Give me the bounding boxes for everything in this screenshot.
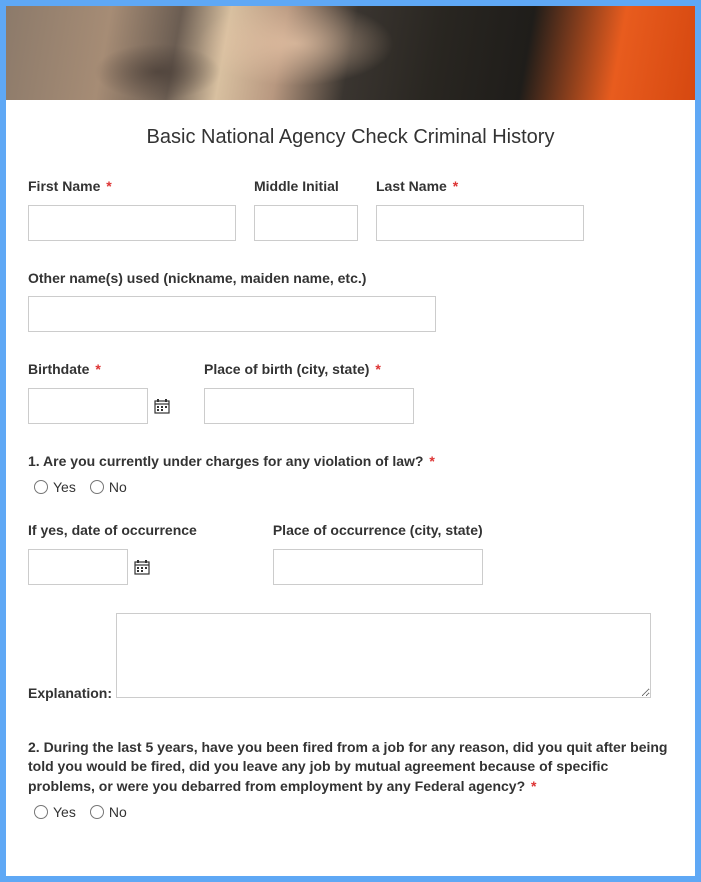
field-place-occurrence: Place of occurrence (city, state) (273, 521, 483, 585)
form-page: Basic National Agency Check Criminal His… (6, 6, 695, 876)
q1-no-option[interactable]: No (90, 479, 127, 495)
explanation-textarea[interactable] (116, 613, 651, 698)
q2-yes-option[interactable]: Yes (34, 804, 76, 820)
q1-yes-radio[interactable] (34, 480, 48, 494)
field-birthdate: Birthdate * (28, 360, 170, 424)
label-last-name: Last Name * (376, 177, 584, 197)
birthdate-input[interactable] (28, 388, 148, 424)
label-place-occurrence: Place of occurrence (city, state) (273, 521, 483, 541)
other-names-row: Other name(s) used (nickname, maiden nam… (28, 269, 673, 333)
q1-block: 1. Are you currently under charges for a… (28, 452, 673, 496)
field-other-names: Other name(s) used (nickname, maiden nam… (28, 269, 436, 333)
birthdate-wrap (28, 388, 170, 424)
label-birthdate: Birthdate * (28, 360, 170, 380)
label-middle-initial: Middle Initial (254, 177, 358, 197)
explanation-block: Explanation: (28, 613, 673, 704)
field-first-name: First Name * (28, 177, 236, 241)
field-date-occurrence: If yes, date of occurrence (28, 521, 197, 585)
middle-initial-input[interactable] (254, 205, 358, 241)
q2-yes-label: Yes (53, 804, 76, 820)
calendar-icon[interactable] (154, 398, 170, 414)
form-content: Basic National Agency Check Criminal His… (6, 100, 695, 876)
q1-yes-option[interactable]: Yes (34, 479, 76, 495)
place-occurrence-input[interactable] (273, 549, 483, 585)
label-other-names: Other name(s) used (nickname, maiden nam… (28, 269, 436, 289)
label-date-occurrence: If yes, date of occurrence (28, 521, 197, 541)
q1-no-radio[interactable] (90, 480, 104, 494)
q1-radio-row: Yes No (34, 479, 673, 495)
q2-no-label: No (109, 804, 127, 820)
date-occurrence-input[interactable] (28, 549, 128, 585)
label-first-name: First Name * (28, 177, 236, 197)
page-title: Basic National Agency Check Criminal His… (28, 126, 673, 149)
last-name-input[interactable] (376, 205, 584, 241)
banner-image (6, 6, 695, 100)
calendar-icon[interactable] (134, 559, 150, 575)
occurrence-row: If yes, date of occurrence Place of occu… (28, 521, 673, 585)
q2-no-option[interactable]: No (90, 804, 127, 820)
q2-yes-radio[interactable] (34, 805, 48, 819)
q2-block: 2. During the last 5 years, have you bee… (28, 738, 673, 821)
name-row: First Name * Middle Initial Last Name * (28, 177, 673, 241)
field-place-of-birth: Place of birth (city, state) * (204, 360, 414, 424)
q2-radio-row: Yes No (34, 804, 673, 820)
label-q1: 1. Are you currently under charges for a… (28, 452, 673, 472)
q1-yes-label: Yes (53, 479, 76, 495)
label-explanation: Explanation: (28, 685, 112, 701)
place-of-birth-input[interactable] (204, 388, 414, 424)
date-occurrence-wrap (28, 549, 197, 585)
field-middle-initial: Middle Initial (254, 177, 358, 241)
label-place-of-birth: Place of birth (city, state) * (204, 360, 414, 380)
label-q2: 2. During the last 5 years, have you bee… (28, 738, 673, 797)
other-names-input[interactable] (28, 296, 436, 332)
q1-no-label: No (109, 479, 127, 495)
q2-no-radio[interactable] (90, 805, 104, 819)
first-name-input[interactable] (28, 205, 236, 241)
field-last-name: Last Name * (376, 177, 584, 241)
birth-row: Birthdate * Place of birth (city, state)… (28, 360, 673, 424)
